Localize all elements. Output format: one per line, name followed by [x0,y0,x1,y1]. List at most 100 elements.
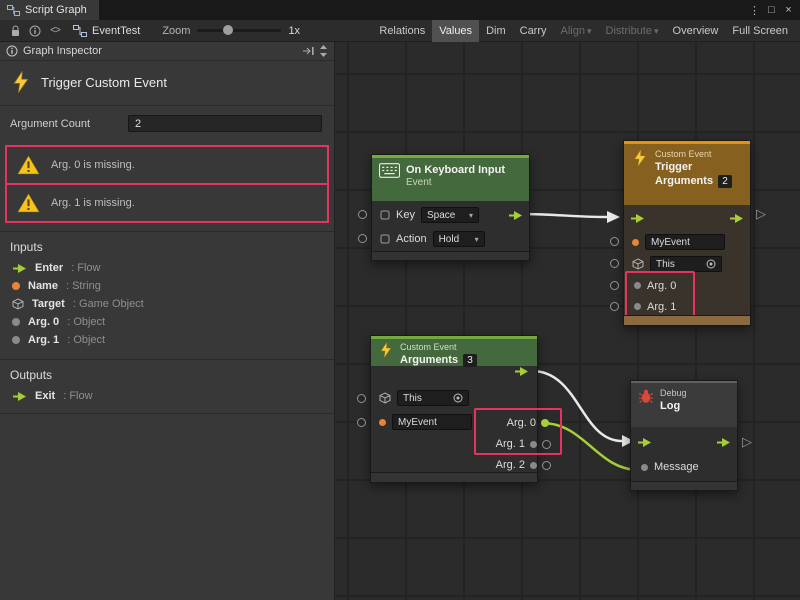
graph-asset[interactable]: EventTest [73,25,140,37]
target-port[interactable] [357,394,366,403]
unity-window: Script Graph ⋮ □ × <> EventTest Zoom 1x [0,0,800,600]
full-screen-button[interactable]: Full Screen [725,20,795,42]
node-custom-event-arguments[interactable]: Custom Event Arguments3 This MyEvent [370,335,538,483]
graph-toolbar: <> EventTest Zoom 1x Relations Values Di… [0,20,800,42]
values-button[interactable]: Values [432,20,479,42]
arg2-out-port[interactable] [542,461,551,470]
node-debug-log[interactable]: Debug Log Message [630,380,738,491]
event-name-port[interactable] [357,418,366,427]
output-row-exit: ExitFlow [0,387,334,405]
node-on-keyboard-input[interactable]: On Keyboard Input Event Key Space▾ Actio… [371,154,530,261]
action-dropdown[interactable]: Hold▾ [433,231,485,247]
caret-down-icon: ▾ [469,211,473,220]
zoom-slider-handle[interactable] [223,25,233,35]
carry-indicator-icon: ▷ [756,206,766,222]
event-name-field[interactable]: MyEvent [645,234,725,250]
window-menu-icon[interactable]: ⋮ [746,4,763,17]
overview-button[interactable]: Overview [666,20,726,42]
event-name-row: MyEvent [624,231,750,253]
caret-down-icon: ▾ [654,26,659,36]
key-row: Key Space▾ [380,203,523,227]
lightning-bolt-icon [378,342,394,358]
carry-button[interactable]: Carry [513,20,554,42]
node-category: Debug [660,388,687,399]
target-field[interactable]: This [397,390,469,406]
window-controls: ⋮ □ × [746,0,800,20]
keyboard-icon [379,163,400,178]
action-input-port[interactable] [358,234,367,243]
distribute-button[interactable]: Distribute▾ [599,20,666,42]
message-row: Message [641,461,699,473]
flow-arrow-icon [12,263,27,274]
flow-arrow-icon [12,391,27,402]
flow-out-port[interactable] [508,210,523,221]
object-dot-icon [12,336,20,344]
event-name-field[interactable]: MyEvent [392,414,472,430]
warning-text: Arg. 1 is missing. [51,197,135,209]
message-port[interactable] [641,464,648,471]
zoom-value: 1x [288,25,300,37]
cube-icon [632,258,644,270]
window-close-icon[interactable]: × [780,4,797,16]
flow-out-port[interactable] [729,213,744,224]
node-body: This MyEvent Arg. 0 Arg. 1 [371,366,537,474]
node-category: Custom Event [400,342,477,353]
flow-out-port[interactable] [514,366,529,377]
tab-script-graph[interactable]: Script Graph [0,0,99,20]
code-icon[interactable]: <> [45,20,65,42]
arg0-out-row: Arg. 0 [507,414,549,432]
scroll-buttons-icon[interactable] [319,44,328,58]
toolbar-buttons: Relations Values Dim Carry Align▾ Distri… [372,20,795,42]
node-subtitle: Event [406,177,505,189]
target-port[interactable] [610,259,619,268]
node-title-line2: Arguments2 [655,174,732,188]
arg1-out-port[interactable] [542,440,551,449]
key-input-port[interactable] [358,210,367,219]
arg0-out-port[interactable] [541,419,549,427]
info-icon[interactable] [25,20,45,42]
inspector-header: Graph Inspector [0,42,334,61]
object-dot-icon [634,282,641,289]
key-dropdown[interactable]: Space▾ [421,207,479,223]
arg1-port[interactable] [610,302,619,311]
lock-icon[interactable] [5,20,25,42]
node-body: Key Space▾ Action Hold▾ [372,201,529,253]
socket-icon [380,234,390,244]
dim-button[interactable]: Dim [479,20,513,42]
align-button[interactable]: Align▾ [554,20,599,42]
node-title: Arguments3 [400,353,477,367]
string-dot-icon [379,419,386,426]
event-name-row: MyEvent [379,414,472,430]
event-name-port[interactable] [610,237,619,246]
node-footer [371,472,537,482]
object-picker-icon[interactable] [453,393,463,403]
graph-canvas[interactable]: On Keyboard Input Event Key Space▾ Actio… [335,42,800,600]
node-footer [372,251,529,260]
flow-in-port[interactable] [637,437,652,448]
input-row-arg1: Arg. 1Object [0,331,334,349]
flow-out-port[interactable] [716,437,731,448]
caret-down-icon: ▾ [475,235,479,244]
tab-title: Script Graph [25,4,87,16]
node-header: On Keyboard Input Event [372,155,529,201]
dock-icon[interactable] [302,46,315,56]
wire-keyboard-to-trigger [519,214,607,217]
relations-button[interactable]: Relations [372,20,432,42]
target-field[interactable]: This [650,256,722,272]
object-picker-icon[interactable] [706,259,716,269]
window-maximize-icon[interactable]: □ [763,4,780,16]
unit-title-text: Trigger Custom Event [41,75,167,90]
node-trigger-custom-event[interactable]: Custom Event Trigger Arguments2 MyEvent … [623,140,751,326]
warning-icon [17,155,40,175]
argument-count-label: Argument Count [10,118,128,130]
lightning-bolt-icon [631,149,649,167]
zoom-slider[interactable] [197,29,281,32]
argument-count-input[interactable]: 2 [128,115,322,132]
flow-in-port[interactable] [630,213,645,224]
wire-arrowhead [607,211,620,223]
warning-text: Arg. 0 is missing. [51,159,135,171]
arg0-port[interactable] [610,281,619,290]
zoom-control: Zoom 1x [162,25,300,37]
graph-asset-name: EventTest [92,25,140,37]
carry-indicator-icon: ▷ [742,434,752,450]
